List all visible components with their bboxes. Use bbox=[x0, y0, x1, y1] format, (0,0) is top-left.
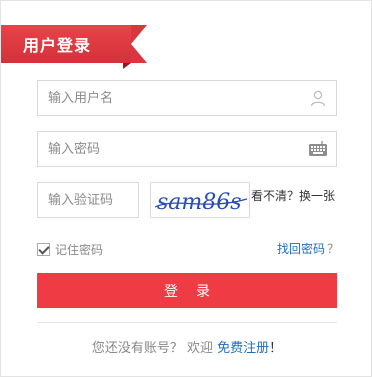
captcha-field[interactable] bbox=[37, 182, 139, 218]
username-input[interactable] bbox=[38, 81, 336, 115]
register-link[interactable]: 免费注册 bbox=[217, 341, 269, 356]
login-title: 用户登录 bbox=[1, 25, 147, 63]
login-title-text: 用户登录 bbox=[23, 36, 92, 55]
user-icon bbox=[308, 88, 328, 108]
register-prompt: 您还没有账号？ 欢迎 免费注册！ bbox=[1, 337, 372, 356]
password-field[interactable] bbox=[37, 131, 337, 167]
register-suffix: ！ bbox=[269, 341, 283, 356]
refresh-captcha-link[interactable]: 看不清？换一张 bbox=[251, 187, 335, 204]
keyboard-icon bbox=[308, 139, 328, 159]
remember-label: 记住密码 bbox=[55, 243, 104, 257]
login-button[interactable]: 登录 bbox=[37, 273, 337, 308]
remember-checkbox[interactable] bbox=[37, 243, 50, 256]
captcha-text: sam86s bbox=[157, 190, 242, 215]
register-prompt-text: 您还没有账号？ 欢迎 bbox=[91, 341, 213, 356]
username-field[interactable] bbox=[37, 80, 337, 116]
password-input[interactable] bbox=[38, 132, 336, 166]
divider bbox=[37, 322, 337, 323]
forgot-password-link[interactable]: 找回密码？ bbox=[277, 240, 339, 257]
forgot-suffix: ？ bbox=[327, 242, 340, 256]
ribbon-fold bbox=[123, 63, 131, 69]
login-panel: 用户登录 输入用户名 输入验证码 sam86s 看不清？换一张 记住密码 找回密… bbox=[0, 0, 372, 377]
remember-password[interactable]: 记住密码 bbox=[37, 241, 103, 258]
captcha-image[interactable]: sam86s bbox=[150, 182, 250, 218]
forgot-label: 找回密码 bbox=[277, 242, 326, 256]
captcha-input[interactable] bbox=[38, 183, 138, 217]
